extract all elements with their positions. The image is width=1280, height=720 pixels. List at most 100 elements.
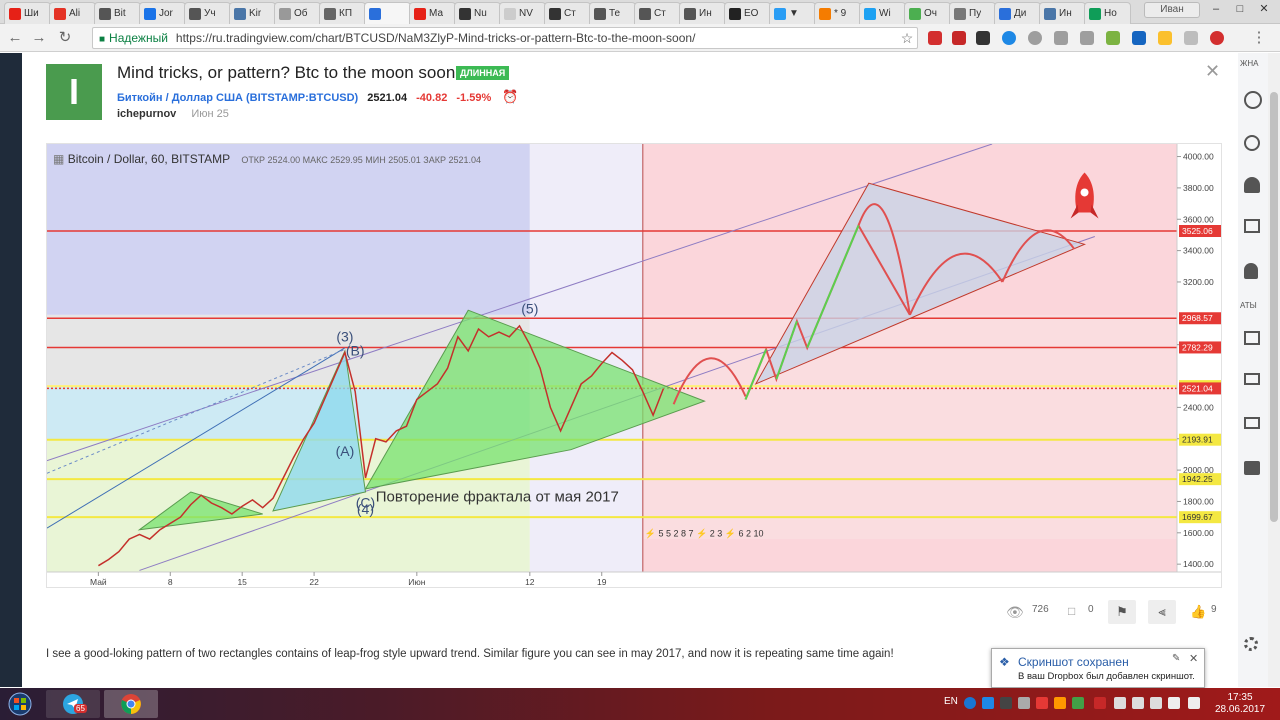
browser-tab[interactable]: Ма xyxy=(409,2,456,24)
extension-icon[interactable] xyxy=(1002,31,1016,45)
lock-icon: ■ xyxy=(99,34,106,45)
symbol-name-link[interactable]: Биткойн / Доллар США xyxy=(117,92,243,104)
browser-tab[interactable]: Ин xyxy=(1039,2,1086,24)
browser-tab[interactable]: Об xyxy=(274,2,321,24)
extension-icon[interactable] xyxy=(1210,31,1224,45)
like-thumb-icon[interactable]: 👍 xyxy=(1190,604,1206,620)
tray-icon[interactable] xyxy=(1036,697,1048,709)
extension-icon[interactable] xyxy=(1106,31,1120,45)
taskbar-clock[interactable]: 17:35 28.06.2017 xyxy=(1212,692,1268,716)
extension-icon[interactable] xyxy=(976,31,990,45)
y-tick-label: 1600.00 xyxy=(1183,528,1214,538)
tray-icon[interactable] xyxy=(1150,697,1162,709)
settings-gear-icon[interactable] xyxy=(1244,637,1258,651)
url-bar[interactable]: ■ Надежный https://ru.tradingview.com/char… xyxy=(92,27,918,49)
extension-icon[interactable] xyxy=(1080,31,1094,45)
browser-tab[interactable]: * 9 xyxy=(814,2,861,24)
browser-tab[interactable]: Jor xyxy=(139,2,186,24)
maximize-button[interactable]: □ xyxy=(1228,2,1252,18)
symbol-ticker-link[interactable]: (BITSTAMP:BTCUSD) xyxy=(246,92,358,104)
browser-tab[interactable]: Ст xyxy=(634,2,681,24)
price-level-label: 2193.91 xyxy=(1182,435,1213,445)
browser-tab[interactable]: Ин xyxy=(679,2,726,24)
tab-favicon-icon xyxy=(909,7,921,20)
sidebar-label: АТЫ xyxy=(1240,301,1257,310)
flame-icon[interactable] xyxy=(1244,177,1260,193)
extension-icon[interactable] xyxy=(1184,31,1198,45)
tray-icon[interactable] xyxy=(1132,697,1144,709)
reload-button[interactable]: ↻ xyxy=(56,29,74,47)
browser-menu-icon[interactable]: ⋮ xyxy=(1250,29,1268,47)
lightbulb-icon[interactable] xyxy=(1244,263,1258,279)
comments-icon[interactable]: □ xyxy=(1068,604,1075,618)
clock-icon[interactable] xyxy=(1244,135,1260,151)
calendar-icon[interactable] xyxy=(1244,219,1260,233)
list-icon[interactable] xyxy=(1244,417,1260,429)
browser-tab[interactable]: ▼ xyxy=(769,2,816,24)
toast-pin-icon[interactable]: ✎ xyxy=(1172,653,1180,664)
browser-tab[interactable]: Ди xyxy=(994,2,1041,24)
extension-icon[interactable] xyxy=(1132,31,1146,45)
report-flag-button[interactable]: ⚑ xyxy=(1108,600,1136,624)
browser-tab[interactable]: Те xyxy=(589,2,636,24)
alarm-clock-icon[interactable]: ⏰ xyxy=(502,89,518,104)
browser-tab[interactable]: Nu xyxy=(454,2,501,24)
browser-tab[interactable]: Bit xyxy=(94,2,141,24)
back-button[interactable]: ← xyxy=(6,29,24,47)
telegram-taskbar-button[interactable]: 65 xyxy=(46,690,100,718)
browser-tab[interactable]: Kir xyxy=(229,2,276,24)
screen-icon[interactable] xyxy=(1244,373,1260,385)
help-tray-icon[interactable] xyxy=(964,697,976,709)
network-tray-icon[interactable] xyxy=(1000,697,1012,709)
browser-tab[interactable]: NV xyxy=(499,2,546,24)
extension-icon[interactable] xyxy=(1158,31,1172,45)
search-icon[interactable] xyxy=(1244,91,1262,109)
close-idea-icon[interactable]: ✕ xyxy=(1205,61,1220,82)
tray-icon[interactable] xyxy=(1054,697,1066,709)
tab-favicon-icon xyxy=(999,7,1011,20)
extension-icon[interactable] xyxy=(1054,31,1068,45)
price-chart[interactable]: (3) (B) (A) (C) (4) (5) Повторение фрактала от… xyxy=(46,143,1222,588)
browser-tab[interactable]: Ali xyxy=(49,2,96,24)
profile-button[interactable]: Иван xyxy=(1144,2,1200,18)
input-language[interactable]: EN xyxy=(944,696,958,707)
dropbox-toast[interactable]: ❖ Скриншот сохранен В ваш Dropbox был до… xyxy=(991,648,1205,688)
forward-button[interactable]: → xyxy=(30,29,48,47)
scrollbar-thumb[interactable] xyxy=(1270,92,1278,522)
browser-tab[interactable]: Но xyxy=(1084,2,1131,24)
close-window-button[interactable]: ✕ xyxy=(1252,2,1276,18)
bookmark-star-icon[interactable]: ☆ xyxy=(898,29,916,47)
browser-tab[interactable]: Wi xyxy=(859,2,906,24)
x-tick-label: Май xyxy=(90,577,107,587)
flag-tray-icon[interactable] xyxy=(1188,697,1200,709)
tab-favicon-icon xyxy=(279,7,291,20)
volume-tray-icon[interactable] xyxy=(1168,697,1180,709)
toast-close-icon[interactable]: ✕ xyxy=(1189,652,1198,665)
browser-tab[interactable]: Оч xyxy=(904,2,951,24)
author-name-link[interactable]: ichepurnov xyxy=(117,108,176,120)
extension-icon[interactable] xyxy=(928,31,942,45)
tray-icon[interactable] xyxy=(1094,697,1106,709)
browser-tab[interactable]: Ст xyxy=(544,2,591,24)
tray-icon[interactable] xyxy=(1018,697,1030,709)
share-button[interactable]: ⫷ xyxy=(1148,600,1176,624)
extension-icon[interactable] xyxy=(1028,31,1042,45)
toast-title: Скриншот сохранен xyxy=(1018,655,1129,669)
minimize-button[interactable]: – xyxy=(1204,2,1228,18)
tray-icon[interactable] xyxy=(1072,697,1084,709)
browser-tab[interactable] xyxy=(364,2,411,24)
tray-icon[interactable] xyxy=(1114,697,1126,709)
browser-tab[interactable]: Уч xyxy=(184,2,231,24)
dropbox-tray-icon[interactable] xyxy=(982,697,994,709)
browser-tab[interactable]: EO xyxy=(724,2,771,24)
megaphone-icon[interactable] xyxy=(1244,461,1260,475)
start-button[interactable] xyxy=(2,690,38,718)
browser-tab[interactable]: Пу xyxy=(949,2,996,24)
browser-tab[interactable]: Ши xyxy=(4,2,51,24)
chat-icon[interactable] xyxy=(1244,331,1260,345)
extension-icon[interactable] xyxy=(952,31,966,45)
symbol-line: Биткойн / Доллар США (BITSTAMP:BTCUSD) 2… xyxy=(117,89,519,105)
chrome-taskbar-button[interactable] xyxy=(104,690,158,718)
browser-tab[interactable]: КП xyxy=(319,2,366,24)
tab-label: Ст xyxy=(564,8,576,19)
